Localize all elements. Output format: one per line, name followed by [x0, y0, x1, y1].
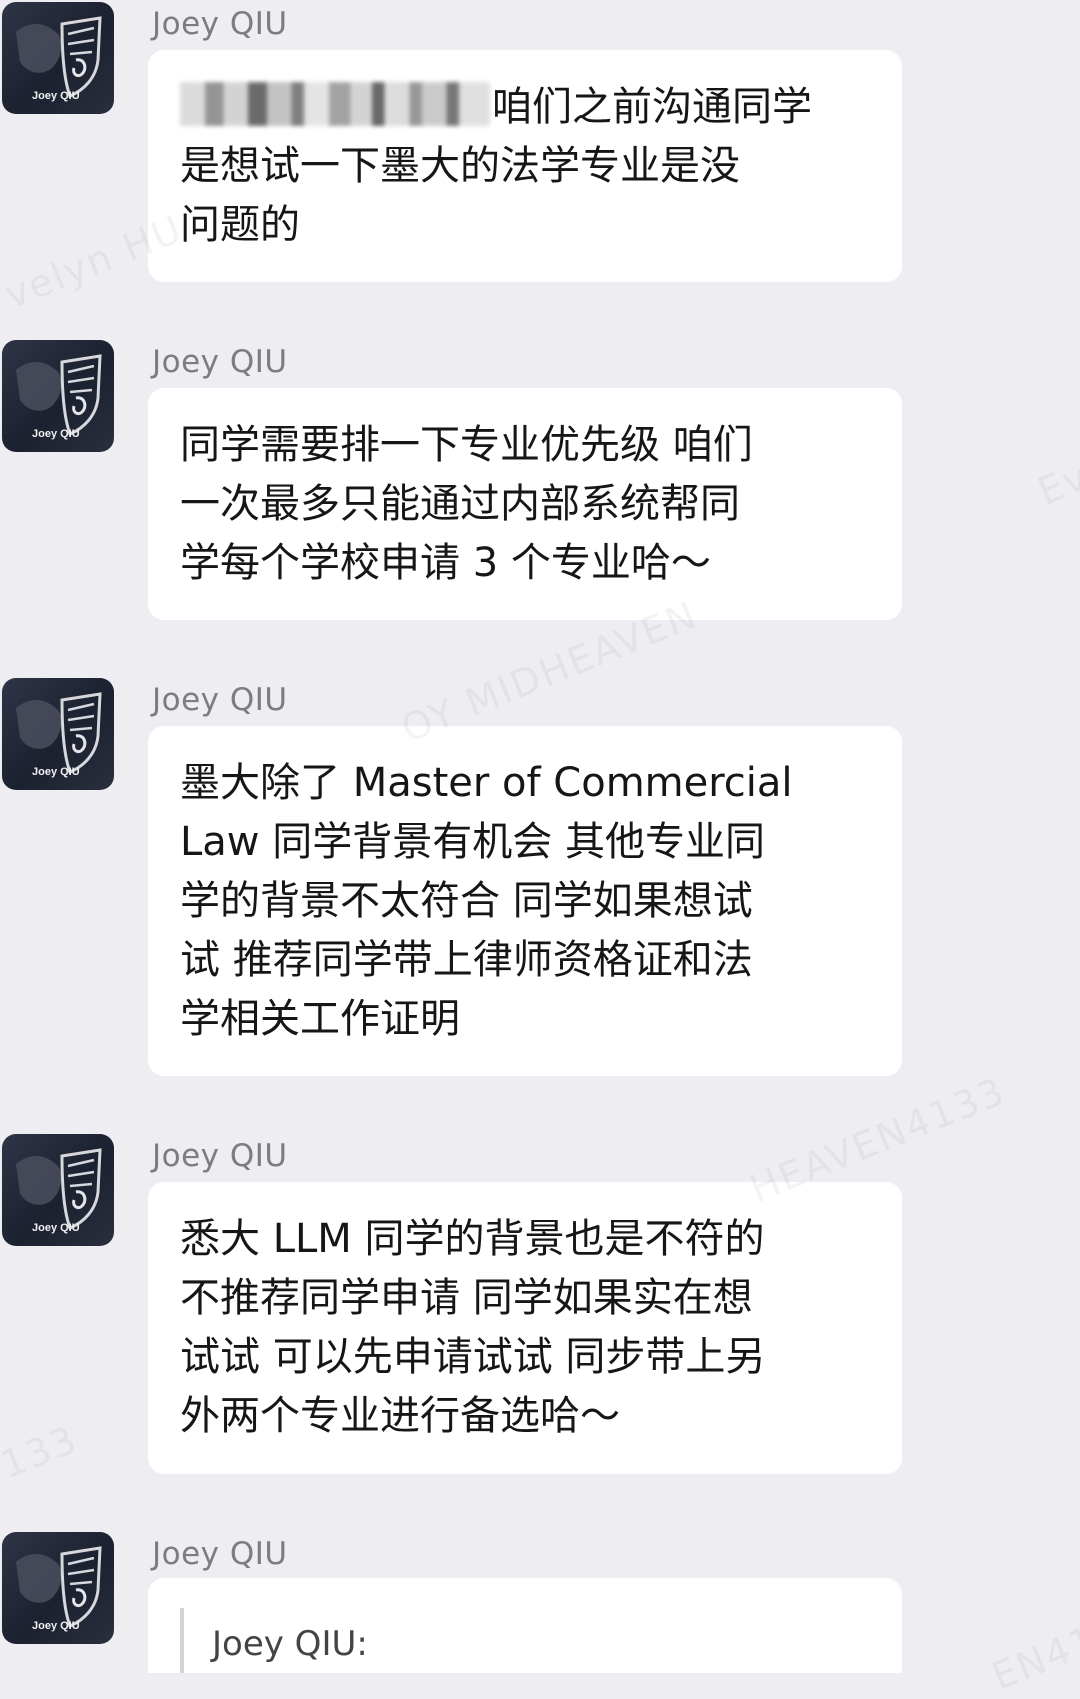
- watermark: 133: [0, 1416, 84, 1488]
- redacted-text: [180, 82, 490, 126]
- message-text: 悉大 LLM 同学的背景也是不符的 不推荐同学申请 同学如果实在想 试试 可以先…: [180, 1216, 766, 1439]
- sender-name: Joey QIU: [152, 1138, 288, 1174]
- sender-name: Joey QIU: [152, 682, 288, 718]
- horse-shield-logo-icon: Joey QIU: [16, 1546, 102, 1632]
- message-bubble[interactable]: 墨大除了 Master of Commercial Law 同学背景有机会 其他…: [148, 726, 902, 1076]
- svg-text:Joey QIU: Joey QIU: [32, 766, 80, 778]
- message-bubble[interactable]: 同学需要排一下专业优先级 咱们 一次最多只能通过内部系统帮同 学每个学校申请 3…: [148, 388, 902, 620]
- horse-shield-logo-icon: Joey QIU: [16, 1148, 102, 1234]
- avatar[interactable]: Joey QIU: [2, 1532, 114, 1644]
- horse-shield-logo-icon: Joey QIU: [16, 692, 102, 778]
- svg-text:Joey QIU: Joey QIU: [32, 428, 80, 440]
- quote-author: Joey QIU:: [212, 1624, 368, 1664]
- watermark: EN41: [985, 1617, 1080, 1699]
- svg-text:Joey QIU: Joey QIU: [32, 1222, 80, 1234]
- chat-message-list[interactable]: Joey QIU Joey QIU 咱们之前沟通同学 是想试一下墨大的法学专业是…: [0, 0, 1080, 1699]
- svg-text:Joey QIU: Joey QIU: [32, 1620, 80, 1632]
- avatar[interactable]: Joey QIU: [2, 2, 114, 114]
- horse-shield-logo-icon: Joey QIU: [16, 354, 102, 440]
- message-text: 墨大除了 Master of Commercial Law 同学背景有机会 其他…: [180, 760, 793, 1042]
- avatar[interactable]: Joey QIU: [2, 678, 114, 790]
- horse-shield-logo-icon: Joey QIU: [16, 16, 102, 102]
- svg-text:Joey QIU: Joey QIU: [32, 90, 80, 102]
- avatar[interactable]: Joey QIU: [2, 1134, 114, 1246]
- message-bubble[interactable]: 悉大 LLM 同学的背景也是不符的 不推荐同学申请 同学如果实在想 试试 可以先…: [148, 1182, 902, 1474]
- message-text: 同学需要排一下专业优先级 咱们 一次最多只能通过内部系统帮同 学每个学校申请 3…: [180, 422, 753, 586]
- message-bubble[interactable]: 咱们之前沟通同学 是想试一下墨大的法学专业是没 问题的: [148, 50, 902, 282]
- sender-name: Joey QIU: [152, 6, 288, 42]
- watermark: Ev: [1031, 454, 1080, 514]
- quote-bar: [180, 1608, 184, 1673]
- quoted-message-bubble[interactable]: Joey QIU:: [148, 1578, 902, 1673]
- sender-name: Joey QIU: [152, 1536, 288, 1572]
- avatar[interactable]: Joey QIU: [2, 340, 114, 452]
- sender-name: Joey QIU: [152, 344, 288, 380]
